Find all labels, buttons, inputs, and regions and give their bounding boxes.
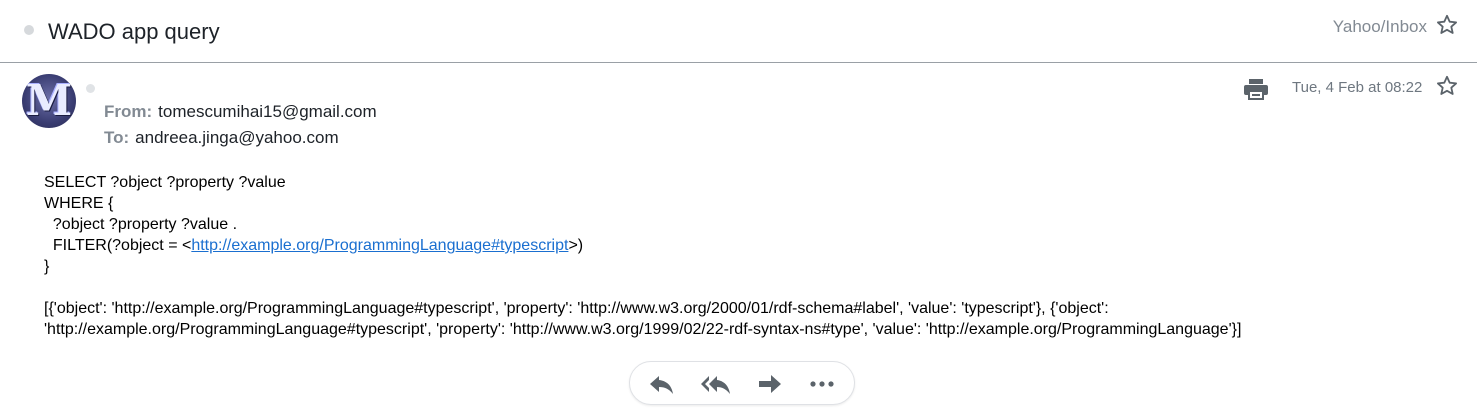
print-icon[interactable] — [1243, 77, 1269, 101]
to-line: To: andreea.jinga@yahoo.com — [104, 128, 339, 148]
query-result: [{'object': 'http://example.org/Programm… — [44, 300, 1242, 338]
query-line: ?object ?property ?value . — [44, 216, 238, 233]
filter-suffix: >) — [568, 237, 584, 254]
from-line: From: tomescumihai15@gmail.com — [104, 102, 377, 122]
query-line: SELECT ?object ?property ?value — [44, 174, 286, 191]
message-actions-toolbar — [629, 361, 855, 405]
avatar[interactable]: M — [22, 74, 76, 128]
avatar-letter: M — [25, 76, 73, 125]
folder-breadcrumb[interactable]: Yahoo/Inbox — [1333, 17, 1427, 37]
from-label: From: — [104, 102, 153, 121]
star-icon[interactable] — [1435, 13, 1459, 37]
from-address[interactable]: tomescumihai15@gmail.com — [158, 102, 377, 121]
reply-icon[interactable] — [648, 371, 676, 397]
query-line: } — [44, 258, 50, 275]
query-line: WHERE { — [44, 195, 114, 212]
email-subject: WADO app query — [48, 19, 220, 44]
unread-dot-icon — [24, 25, 34, 35]
forward-icon[interactable] — [756, 371, 784, 397]
typescript-link[interactable]: http://example.org/ProgrammingLanguage#t… — [191, 237, 568, 254]
filter-prefix: FILTER(?object = < — [44, 237, 192, 254]
subject-bar: WADO app query Yahoo/Inbox — [0, 0, 1477, 63]
to-address[interactable]: andreea.jinga@yahoo.com — [135, 128, 338, 147]
to-label: To: — [104, 128, 130, 147]
reply-all-icon[interactable] — [700, 371, 732, 397]
query-line: FILTER(?object = <http://example.org/Pro… — [44, 235, 1444, 256]
more-icon[interactable] — [808, 371, 836, 397]
sender-status-dot — [86, 84, 95, 93]
message-body: SELECT ?object ?property ?value WHERE { … — [44, 172, 1444, 340]
message-date: Tue, 4 Feb at 08:22 — [1292, 79, 1423, 96]
star-icon[interactable] — [1435, 74, 1459, 98]
